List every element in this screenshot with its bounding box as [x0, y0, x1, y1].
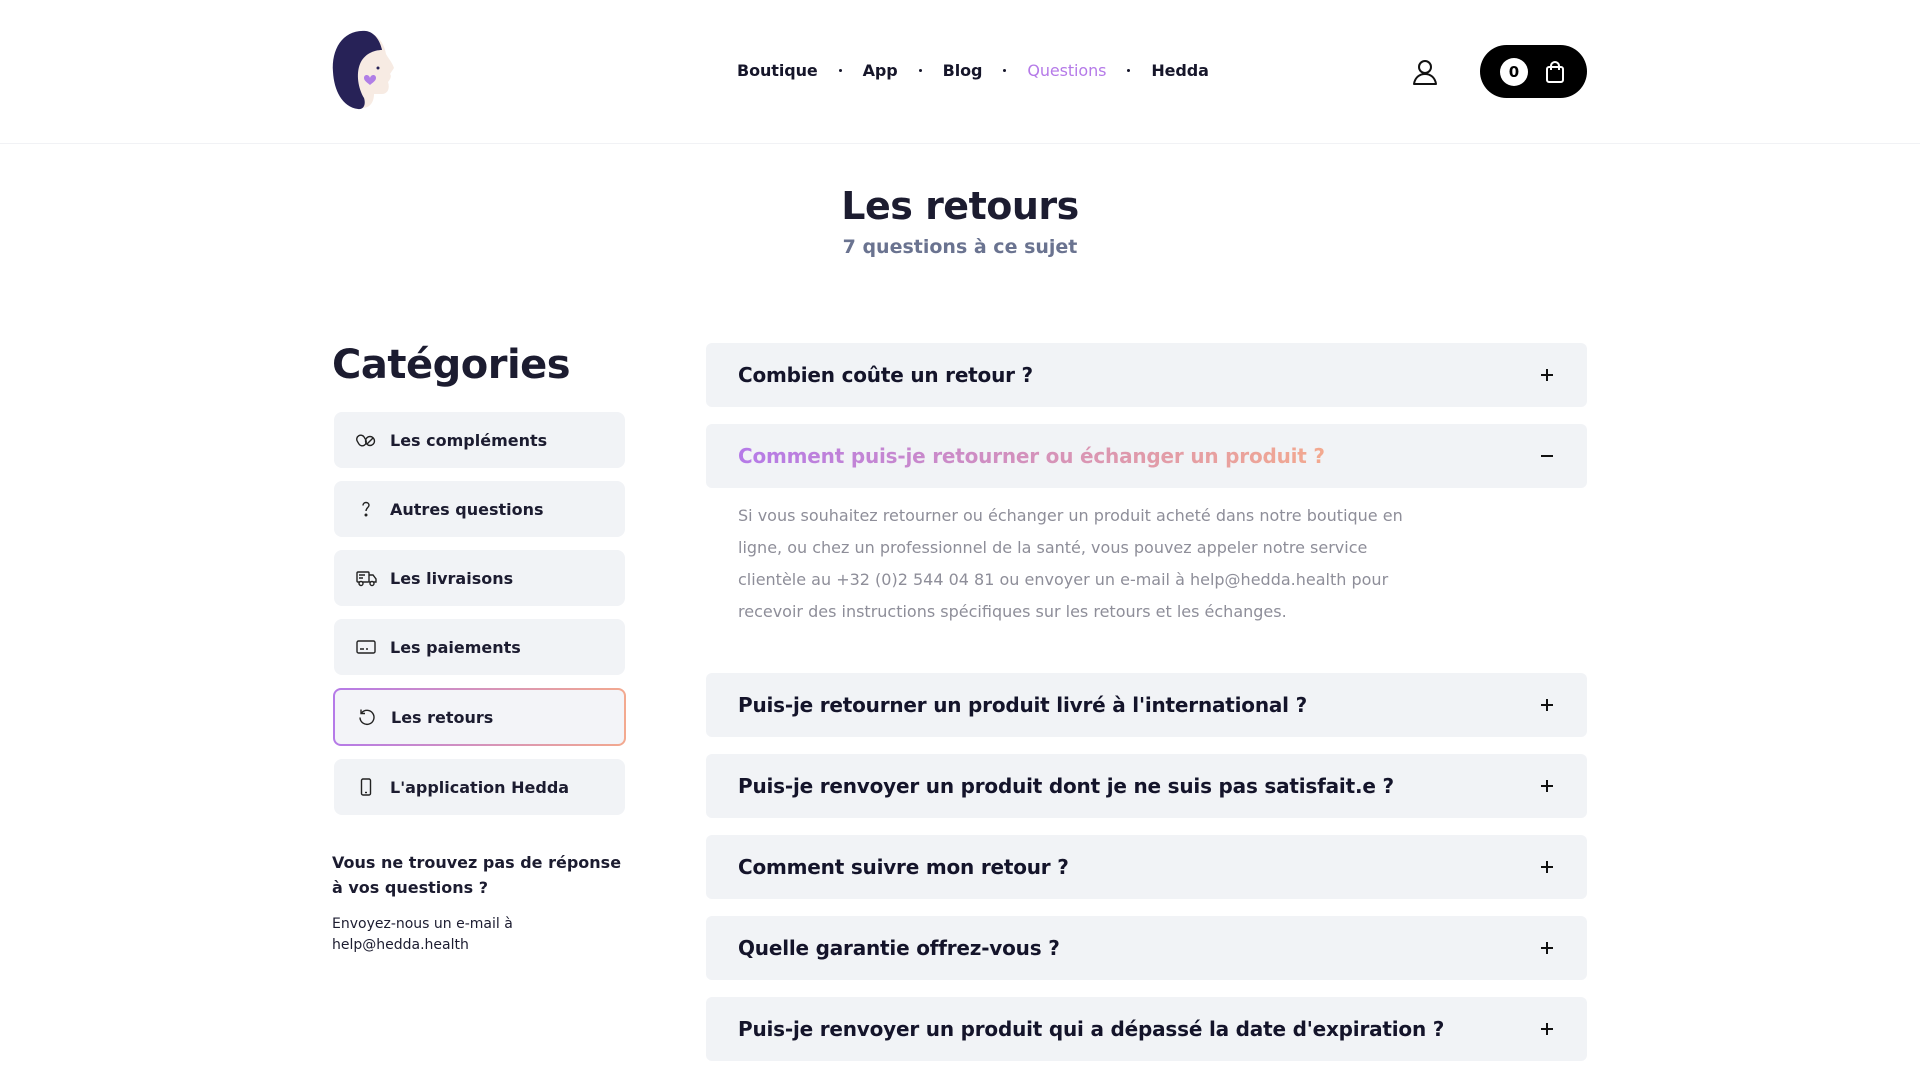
help-email-text[interactable]: Envoyez-nous un e-mail à help@hedda.heal… [332, 914, 592, 956]
hedda-logo[interactable] [330, 28, 402, 112]
plus-icon [1539, 859, 1555, 875]
category-label: Autres questions [390, 499, 544, 519]
site-header: Boutique App Blog Questions Hedda 0 [0, 0, 1920, 144]
category-autres-questions[interactable]: Autres questions [334, 481, 625, 537]
page-subtitle: 7 questions à ce sujet [842, 236, 1078, 258]
category-label: Les paiements [390, 637, 521, 657]
faq-item-open: Comment puis-je retourner ou échanger un… [706, 424, 1587, 656]
faq-question-toggle[interactable]: Puis-je renvoyer un produit qui a dépass… [706, 997, 1587, 1061]
faq-item: Puis-je renvoyer un produit qui a dépass… [706, 997, 1587, 1061]
nav-questions[interactable]: Questions [1027, 61, 1106, 80]
faq-question-toggle[interactable]: Quelle garantie offrez-vous ? [706, 916, 1587, 980]
cart-button[interactable]: 0 [1480, 45, 1587, 98]
category-label: Les compléments [390, 430, 548, 450]
plus-icon [1539, 697, 1555, 713]
faq-item: Puis-je renvoyer un produit dont je ne s… [706, 754, 1587, 818]
plus-icon [1539, 940, 1555, 956]
truck-icon [356, 568, 377, 588]
minus-icon [1539, 448, 1555, 464]
faq-question-toggle[interactable]: Comment suivre mon retour ? [706, 835, 1587, 899]
faq-question-text: Puis-je renvoyer un produit dont je ne s… [738, 774, 1394, 798]
nav-boutique[interactable]: Boutique [737, 61, 818, 80]
shopping-bag-icon [1544, 60, 1566, 84]
main-nav: Boutique App Blog Questions Hedda [737, 56, 1209, 84]
faq-question-toggle[interactable]: Puis-je renvoyer un produit dont je ne s… [706, 754, 1587, 818]
faq-answer-text: Si vous souhaitez retourner ou échanger … [738, 506, 1403, 621]
plus-icon [1539, 367, 1555, 383]
return-icon [357, 707, 377, 727]
faq-question-toggle[interactable]: Comment puis-je retourner ou échanger un… [706, 424, 1587, 488]
faq-list: Combien coûte un retour ? Comment puis-j… [706, 343, 1587, 1078]
cart-count-badge: 0 [1500, 57, 1528, 86]
faq-question-text: Puis-je retourner un produit livré à l'i… [738, 693, 1307, 717]
faq-question-text: Quelle garantie offrez-vous ? [738, 936, 1060, 960]
category-paiements[interactable]: Les paiements [334, 619, 625, 675]
categories-title: Catégories [332, 342, 571, 388]
faq-item: Puis-je retourner un produit livré à l'i… [706, 673, 1587, 737]
category-application-hedda[interactable]: L'application Hedda [334, 759, 625, 815]
help-title: Vous ne trouvez pas de réponse à vos que… [332, 853, 622, 897]
nav-hedda[interactable]: Hedda [1151, 61, 1209, 80]
category-list: Les compléments Autres questions Les liv… [334, 412, 625, 828]
faq-item: Comment suivre mon retour ? [706, 835, 1587, 899]
nav-separator [1127, 68, 1131, 72]
plus-icon [1539, 778, 1555, 794]
category-retours[interactable]: Les retours [333, 688, 626, 746]
nav-app[interactable]: App [863, 61, 898, 80]
phone-icon [356, 777, 376, 797]
category-complements[interactable]: Les compléments [334, 412, 625, 468]
card-icon [356, 637, 376, 657]
category-label: Les livraisons [390, 568, 514, 588]
category-label: Les retours [391, 707, 494, 727]
faq-item: Combien coûte un retour ? [706, 343, 1587, 407]
faq-item: Quelle garantie offrez-vous ? [706, 916, 1587, 980]
faq-question-toggle[interactable]: Puis-je retourner un produit livré à l'i… [706, 673, 1587, 737]
faq-question-text: Comment suivre mon retour ? [738, 855, 1069, 879]
pills-icon [356, 430, 376, 450]
nav-separator [918, 68, 922, 72]
faq-question-text: Combien coûte un retour ? [738, 363, 1033, 387]
nav-blog[interactable]: Blog [943, 61, 983, 80]
faq-question-toggle[interactable]: Combien coûte un retour ? [706, 343, 1587, 407]
page-title: Les retours [841, 184, 1079, 228]
category-livraisons[interactable]: Les livraisons [334, 550, 625, 606]
nav-separator [838, 68, 842, 72]
plus-icon [1539, 1021, 1555, 1037]
category-label: L'application Hedda [390, 777, 570, 797]
faq-question-text: Puis-je renvoyer un produit qui a dépass… [738, 1017, 1445, 1041]
user-account-icon[interactable] [1411, 58, 1439, 86]
faq-question-text: Comment puis-je retourner ou échanger un… [738, 444, 1325, 468]
nav-separator [1003, 68, 1007, 72]
question-icon [356, 499, 376, 519]
